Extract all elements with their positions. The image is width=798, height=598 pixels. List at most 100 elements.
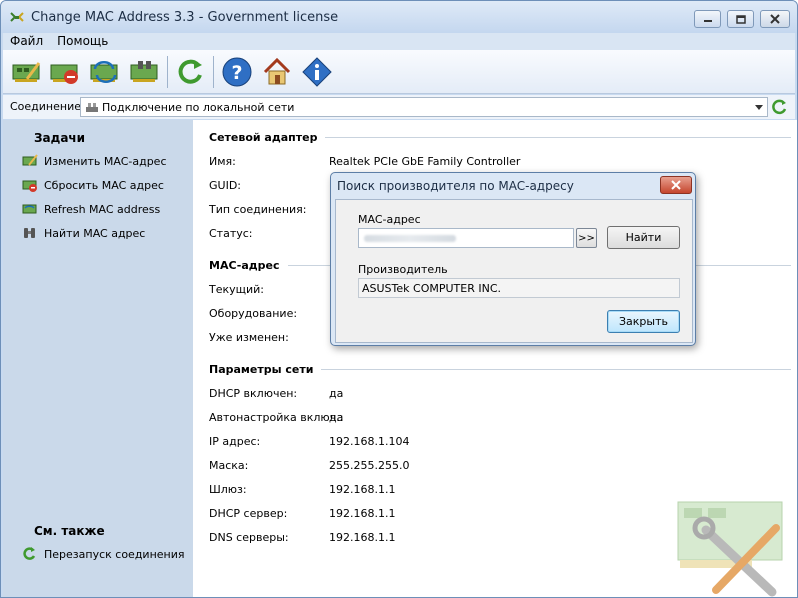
toolbar-separator	[213, 56, 214, 88]
dhcp-server-label: DHCP сервер:	[209, 507, 288, 520]
sidebar-item-label: Изменить MAC-адрес	[44, 154, 167, 168]
find-button[interactable]: Найти	[607, 226, 680, 249]
section-title: Параметры сети	[209, 363, 314, 376]
dialog-body: MAC-адрес >> Найти Производитель ASUSTek…	[335, 199, 693, 343]
adapter-name-value: Realtek PCIe GbE Family Controller	[329, 155, 521, 168]
section-network-adapter: Сетевой адаптер	[209, 131, 791, 144]
info-icon	[302, 57, 332, 87]
refresh-connections-icon[interactable]	[771, 98, 789, 116]
sidebar-item-label: Сбросить MAC адрес	[44, 178, 164, 192]
update-button[interactable]	[173, 54, 209, 90]
mac-hardware-label: Оборудование:	[209, 307, 298, 320]
svg-text:?: ?	[231, 62, 242, 84]
more-button[interactable]: >>	[576, 228, 597, 248]
change-mac-icon	[22, 154, 38, 166]
title-bar[interactable]: Change MAC Address 3.3 - Government lice…	[1, 1, 797, 33]
app-icon	[10, 12, 24, 22]
ip-address-label: IP адрес:	[209, 435, 261, 448]
dialog-close-action-button[interactable]: Закрыть	[607, 310, 680, 333]
subnet-mask-value: 255.255.255.0	[329, 459, 410, 472]
main-window: Change MAC Address 3.3 - Government lice…	[0, 0, 798, 598]
refresh-mac-icon	[22, 204, 37, 214]
tasks-heading: Задачи	[34, 131, 86, 145]
help-button[interactable]: ?	[219, 54, 255, 90]
sidebar-item-find-mac[interactable]: Найти MAC адрес	[22, 225, 145, 241]
toolbar-separator	[167, 56, 168, 88]
info-button[interactable]	[299, 54, 335, 90]
mac-changed-label: Уже изменен:	[209, 331, 289, 344]
chevron-down-icon	[755, 105, 763, 110]
maximize-button[interactable]	[727, 10, 754, 28]
adapter-name-label: Имя:	[209, 155, 236, 168]
toolbar: ?	[3, 50, 795, 94]
mac-address-label: MAC-адрес	[358, 213, 421, 226]
find-mac-icon	[130, 61, 158, 82]
network-card-tools-icon	[677, 501, 783, 597]
binoculars-icon	[24, 228, 35, 238]
connection-select[interactable]: Подключение по локальной сети	[80, 97, 768, 117]
change-mac-button[interactable]	[9, 54, 45, 90]
window-title: Change MAC Address 3.3 - Government lice…	[31, 10, 339, 25]
blurred-mac-value	[364, 235, 456, 242]
sidebar-item-refresh-mac[interactable]: Refresh MAC address	[22, 201, 160, 217]
sidebar-item-label: Refresh MAC address	[44, 202, 161, 216]
sidebar-item-label: Найти MAC адрес	[44, 226, 146, 240]
menu-bar: Файл Помощь	[3, 33, 795, 50]
vendor-label: Производитель	[358, 263, 448, 276]
reset-mac-button[interactable]	[47, 54, 83, 90]
subnet-mask-label: Маска:	[209, 459, 249, 472]
dhcp-server-value: 192.168.1.1	[329, 507, 396, 520]
ip-address-value: 192.168.1.104	[329, 435, 410, 448]
section-divider	[321, 369, 791, 370]
adapter-status-label: Статус:	[209, 227, 253, 240]
section-title: Сетевой адаптер	[209, 131, 318, 144]
dialog-title: Поиск производителя по MAC-адресу	[337, 179, 574, 193]
connection-value: Подключение по локальной сети	[102, 101, 295, 114]
connection-row: Соединение: Подключение по локальной сет…	[3, 95, 795, 119]
home-icon	[263, 57, 291, 85]
mac-current-label: Текущий:	[209, 283, 265, 296]
connection-label: Соединение:	[10, 100, 85, 113]
sidebar: Задачи Изменить MAC-адрес Сбросить MAC а…	[3, 120, 193, 597]
dhcp-enabled-value: да	[329, 387, 344, 400]
section-divider	[325, 137, 791, 138]
home-button[interactable]	[259, 54, 295, 90]
autoconfig-value: да	[329, 411, 344, 424]
autoconfig-label: Автонастройка включ.:	[209, 411, 344, 424]
sidebar-item-restart-connection[interactable]: Перезапуск соединения	[22, 546, 185, 562]
adapter-guid-label: GUID:	[209, 179, 241, 192]
close-icon	[770, 14, 780, 24]
find-mac-button[interactable]	[127, 54, 163, 90]
menu-help[interactable]: Помощь	[50, 33, 115, 50]
section-network-params: Параметры сети	[209, 363, 791, 376]
sidebar-item-reset-mac[interactable]: Сбросить MAC адрес	[22, 177, 164, 193]
reset-mac-icon	[22, 180, 37, 192]
dialog-close-button[interactable]	[660, 176, 692, 194]
section-title: MAC-адрес	[209, 259, 280, 272]
gateway-value: 192.168.1.1	[329, 483, 396, 496]
refresh-mac-button[interactable]	[87, 54, 123, 90]
minimize-button[interactable]	[694, 10, 721, 28]
update-icon	[178, 59, 202, 84]
refresh-mac-icon	[90, 61, 118, 83]
adapter-type-label: Тип соединения:	[209, 203, 307, 216]
minimize-icon	[703, 20, 712, 22]
restart-icon	[23, 547, 36, 560]
mac-address-input[interactable]	[358, 228, 574, 248]
see-also-heading: См. также	[34, 524, 105, 538]
change-mac-icon	[12, 62, 41, 82]
network-connection-icon	[86, 103, 98, 112]
maximize-icon	[735, 14, 746, 24]
dns-servers-label: DNS серверы:	[209, 531, 289, 544]
vendor-field: ASUSTek COMPUTER INC.	[358, 278, 680, 298]
sidebar-item-label: Перезапуск соединения	[44, 547, 185, 561]
reset-mac-icon	[50, 64, 78, 84]
sidebar-item-change-mac[interactable]: Изменить MAC-адрес	[22, 153, 167, 169]
vendor-lookup-dialog: Поиск производителя по MAC-адресу MAC-ад…	[330, 172, 696, 346]
dhcp-enabled-label: DHCP включен:	[209, 387, 298, 400]
gateway-label: Шлюз:	[209, 483, 247, 496]
close-icon	[671, 180, 681, 190]
menu-file[interactable]: Файл	[3, 33, 50, 50]
dns-servers-value: 192.168.1.1	[329, 531, 396, 544]
close-button[interactable]	[760, 10, 790, 28]
